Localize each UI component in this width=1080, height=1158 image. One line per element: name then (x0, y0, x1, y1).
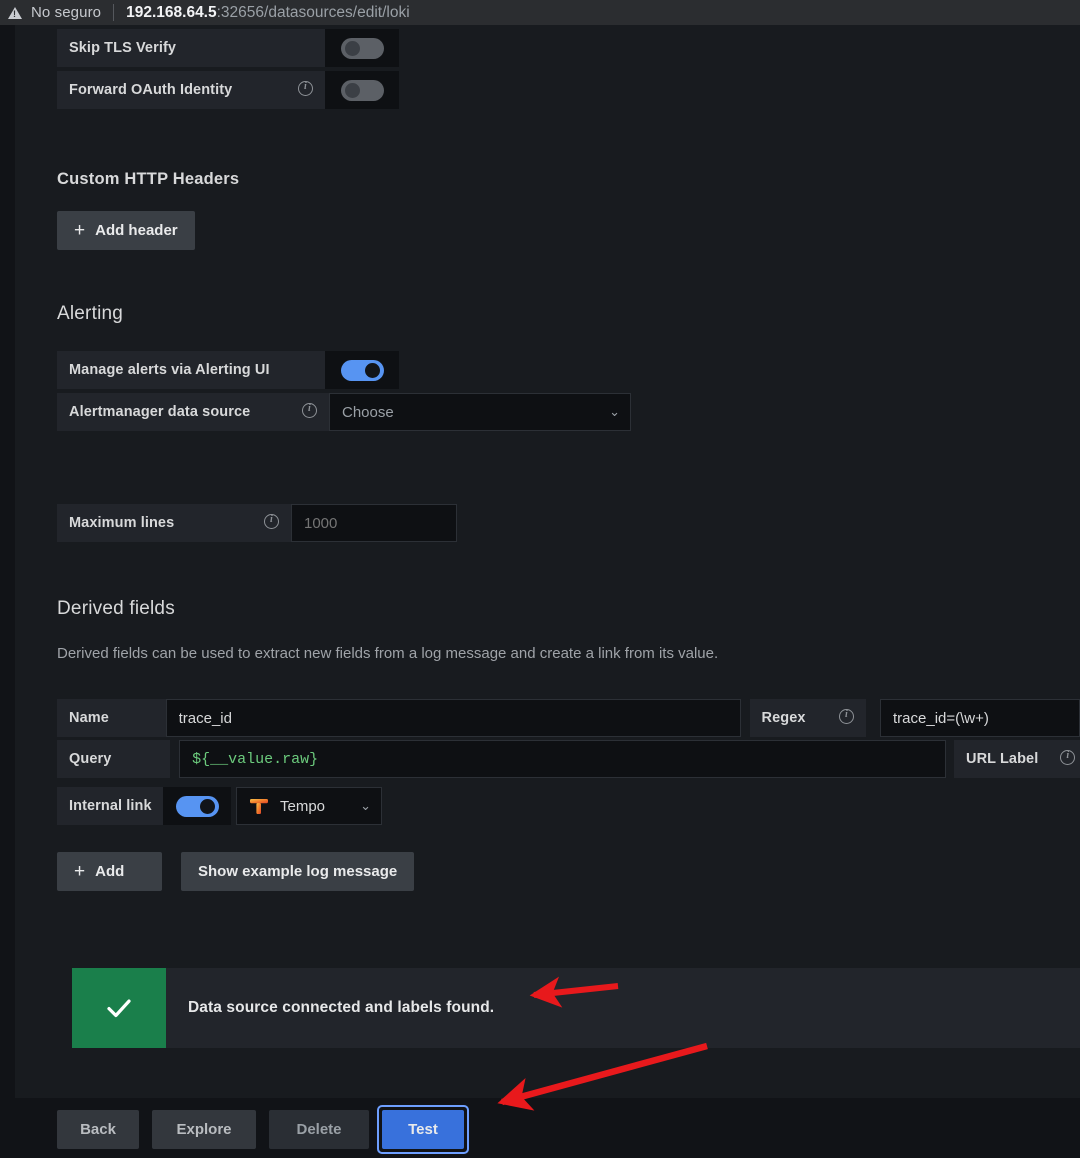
derived-fields-section: Derived fields Derived fields can be use… (57, 598, 718, 662)
explore-label: Explore (176, 1121, 232, 1138)
derived-field-internal-link-row: Internal link Tempo ⌄ (57, 787, 382, 825)
tls-settings-group: Skip TLS Verify Forward OAuth Identity (57, 29, 399, 113)
manage-alerts-label: Manage alerts via Alerting UI (57, 351, 325, 389)
skip-tls-verify-label: Skip TLS Verify (57, 29, 325, 67)
delete-label: Delete (296, 1121, 342, 1138)
plus-icon: + (74, 220, 86, 241)
info-icon[interactable] (302, 402, 317, 418)
security-status-label: No seguro (31, 4, 102, 21)
info-icon[interactable] (298, 80, 313, 96)
derived-field-query-row: Query URL Label (57, 740, 1080, 778)
plus-icon: + (74, 861, 86, 882)
forward-oauth-identity-label: Forward OAuth Identity (57, 71, 325, 109)
derived-fields-description: Derived fields can be used to extract ne… (57, 645, 719, 662)
forward-oauth-identity-text: Forward OAuth Identity (69, 82, 233, 98)
url-label-info-icon-wrap[interactable] (1038, 749, 1076, 769)
forward-oauth-info-icon-wrap[interactable] (276, 80, 313, 100)
alertmanager-info-icon-wrap[interactable] (280, 402, 317, 422)
field-row-maximum-lines: Maximum lines (57, 504, 457, 542)
derived-query-input[interactable] (179, 740, 946, 778)
chevron-down-icon: ⌄ (609, 404, 620, 419)
info-icon[interactable] (1060, 749, 1076, 765)
explore-button[interactable]: Explore (152, 1110, 256, 1149)
url-divider (113, 4, 115, 21)
grafana-datasource-settings-page: Skip TLS Verify Forward OAuth Identity i… (0, 25, 1080, 1158)
test-result-message: Data source connected and labels found. (188, 999, 495, 1016)
alertmanager-label-text: Alertmanager data source (69, 404, 251, 420)
maximum-lines-info-icon-wrap[interactable] (242, 513, 279, 533)
derived-name-input[interactable] (165, 699, 741, 737)
field-row-skip-tls-verify: Skip TLS Verify (57, 29, 399, 67)
derived-fields-heading: Derived fields (57, 598, 175, 619)
derived-regex-label-text: Regex (761, 710, 806, 726)
internal-link-datasource-select[interactable]: Tempo ⌄ (236, 787, 382, 825)
manage-alerts-toggle-cell[interactable] (325, 351, 399, 389)
derived-url-label-label: URL Label (954, 740, 1080, 778)
forward-oauth-toggle-cell[interactable] (325, 71, 399, 109)
back-button[interactable]: Back (57, 1110, 139, 1149)
alertmanager-label: Alertmanager data source (57, 393, 329, 431)
maximum-lines-label: Maximum lines (57, 504, 291, 542)
add-header-label: Add header (95, 222, 178, 239)
maximum-lines-input[interactable] (291, 504, 457, 542)
test-result-alert: Data source connected and labels found. (72, 968, 1080, 1048)
check-icon (107, 999, 131, 1018)
alertmanager-datasource-select[interactable]: Choose ⌄ (329, 393, 631, 431)
derived-field-name-row: Name Regex (57, 699, 1080, 737)
settings-content: Skip TLS Verify Forward OAuth Identity i… (15, 25, 1080, 1158)
derived-regex-input[interactable] (880, 699, 1080, 737)
skip-tls-verify-toggle[interactable] (340, 37, 384, 59)
internal-link-datasource-value: Tempo (280, 797, 326, 815)
browser-url-bar[interactable]: No seguro 192.168.64.5 :32656/datasource… (0, 0, 1080, 25)
url-host: 192.168.64.5 (126, 3, 217, 21)
derived-field-add-label: Add (95, 863, 125, 880)
test-label: Test (408, 1121, 438, 1138)
derived-field-add-button[interactable]: + Add (57, 852, 162, 891)
derived-query-label: Query (57, 740, 171, 778)
page-left-gutter (0, 25, 15, 1158)
add-header-button[interactable]: + Add header (57, 211, 195, 250)
test-result-icon-pane (72, 968, 166, 1048)
warning-triangle-icon (8, 6, 22, 19)
skip-tls-verify-toggle-cell[interactable] (325, 29, 399, 67)
alerting-heading: Alerting (57, 303, 124, 324)
field-row-manage-alerts: Manage alerts via Alerting UI (57, 351, 631, 389)
derived-regex-label: Regex (749, 699, 866, 737)
manage-alerts-toggle[interactable] (340, 359, 384, 381)
alertmanager-selected-value: Choose (342, 403, 394, 421)
derived-url-label-text: URL Label (966, 751, 1039, 767)
info-icon[interactable] (264, 513, 279, 529)
custom-http-headers-section: Custom HTTP Headers + Add header (57, 170, 239, 250)
info-icon[interactable] (839, 708, 854, 724)
custom-http-headers-heading: Custom HTTP Headers (57, 170, 240, 188)
alerting-section: Alerting Manage alerts via Alerting UI A… (57, 303, 631, 435)
test-button[interactable]: Test (382, 1110, 464, 1149)
show-example-label: Show example log message (198, 863, 398, 880)
internal-link-toggle-cell[interactable] (163, 787, 231, 825)
delete-button[interactable]: Delete (269, 1110, 369, 1149)
forward-oauth-identity-toggle[interactable] (340, 79, 384, 101)
url-path: :32656/datasources/edit/loki (216, 3, 410, 21)
back-label: Back (80, 1121, 116, 1138)
field-row-forward-oauth: Forward OAuth Identity (57, 71, 399, 109)
maximum-lines-label-text: Maximum lines (69, 515, 175, 531)
internal-link-label: Internal link (57, 787, 163, 825)
field-row-alertmanager: Alertmanager data source Choose ⌄ (57, 393, 631, 431)
derived-name-label: Name (57, 699, 166, 737)
tempo-logo-icon (250, 799, 268, 814)
derived-fields-actions: + Add Show example log message (57, 852, 415, 891)
regex-info-icon-wrap[interactable] (817, 708, 854, 728)
chevron-down-icon: ⌄ (360, 798, 371, 813)
show-example-log-message-button[interactable]: Show example log message (181, 852, 415, 891)
test-button-wrap: Test (377, 1105, 469, 1154)
internal-link-toggle[interactable] (175, 795, 219, 817)
page-footer: Back Explore Delete Test (0, 1098, 1080, 1158)
